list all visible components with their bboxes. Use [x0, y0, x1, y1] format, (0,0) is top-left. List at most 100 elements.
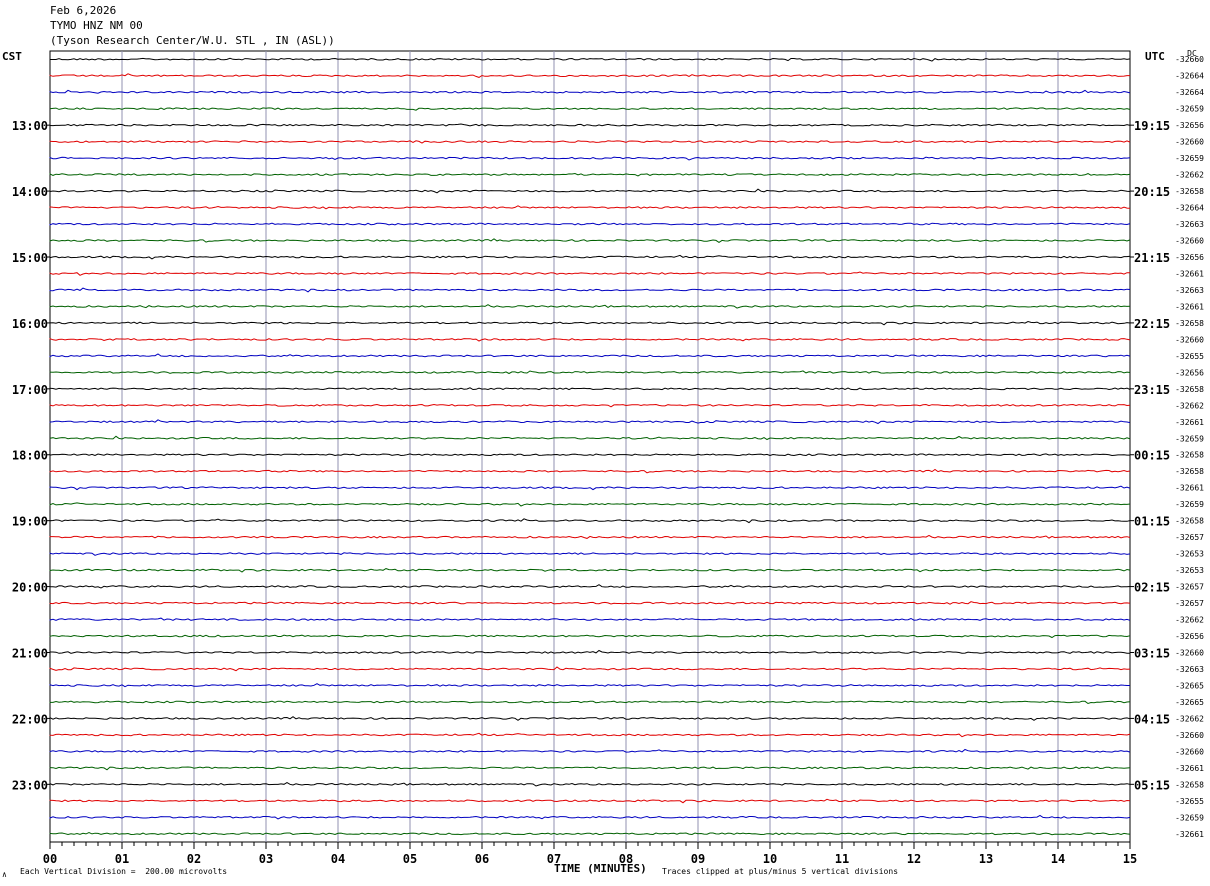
- dc-offset-label: -32660: [1175, 335, 1204, 344]
- right-hour-label: 05:15: [1134, 778, 1170, 792]
- trace-42: [49, 748, 1131, 753]
- left-hour-label: 22:00: [12, 712, 48, 726]
- trace-20: [49, 387, 1131, 391]
- trace-0: [49, 57, 1131, 62]
- trace-45: [49, 798, 1131, 804]
- x-tick-label: 03: [259, 852, 273, 866]
- x-tick-label: 00: [43, 852, 57, 866]
- left-hour-label: 21:00: [12, 646, 48, 660]
- trace-35: [49, 634, 1131, 639]
- x-axis-title: TIME (MINUTES): [554, 862, 647, 875]
- trace-28: [49, 518, 1131, 524]
- trace-22: [49, 419, 1131, 425]
- trace-36: [49, 649, 1130, 654]
- x-tick-label: 14: [1051, 852, 1065, 866]
- left-hour-label: 15:00: [12, 251, 48, 265]
- dc-offset-label: -32657: [1175, 533, 1204, 542]
- trace-3: [49, 107, 1131, 111]
- x-tick-label: 12: [907, 852, 921, 866]
- dc-offset-label: -32658: [1175, 780, 1204, 789]
- trace-46: [49, 814, 1131, 820]
- clip-note: Traces clipped at plus/minus 5 vertical …: [662, 867, 899, 876]
- x-tick-label: 02: [187, 852, 201, 866]
- dc-offset-label: -32661: [1175, 269, 1204, 278]
- trace-16: [49, 320, 1131, 326]
- plot-frame: [49, 50, 1131, 843]
- trace-26: [49, 485, 1131, 491]
- trace-31: [49, 568, 1131, 573]
- right-hour-label: 20:15: [1134, 185, 1170, 199]
- dc-label: DC: [1187, 49, 1197, 58]
- dc-offset-label: -32664: [1175, 72, 1204, 81]
- right-hour-label: 19:15: [1134, 119, 1170, 133]
- dc-offset-label: -32661: [1175, 484, 1204, 493]
- trace-25: [49, 468, 1131, 474]
- trace-24: [49, 453, 1130, 457]
- dc-offset-label: -32658: [1175, 187, 1204, 196]
- vertical-division-note: Each Vertical Division = 200.00 microvol…: [20, 867, 228, 876]
- x-tick-label: 09: [691, 852, 705, 866]
- trace-30: [49, 552, 1131, 556]
- dc-offset-label: -32663: [1175, 220, 1204, 229]
- trace-2: [49, 89, 1131, 94]
- dc-offset-label: -32659: [1175, 500, 1204, 509]
- dc-offset-label: -32665: [1175, 681, 1204, 690]
- trace-47: [49, 832, 1131, 836]
- dc-offset-label: -32658: [1175, 385, 1204, 394]
- dc-offset-label: -32664: [1175, 88, 1204, 97]
- dc-offset-label: -32659: [1175, 154, 1204, 163]
- left-hour-label: 20:00: [12, 581, 48, 595]
- x-tick-label: 13: [979, 852, 993, 866]
- trace-17: [49, 337, 1131, 342]
- x-tick-label: 15: [1123, 852, 1137, 866]
- x-tick-label: 04: [331, 852, 345, 866]
- trace-11: [49, 238, 1131, 244]
- dc-offset-label: -32662: [1175, 714, 1204, 723]
- trace-6: [49, 156, 1131, 161]
- trace-15: [49, 304, 1131, 309]
- right-hour-label: 01:15: [1134, 515, 1170, 529]
- left-hour-label: 23:00: [12, 778, 48, 792]
- dc-offset-label: -32660: [1175, 731, 1204, 740]
- trace-39: [49, 700, 1131, 705]
- left-hour-label: 19:00: [12, 515, 48, 529]
- dc-offset-label: -32663: [1175, 665, 1204, 674]
- dc-offset-label: -32660: [1175, 747, 1204, 756]
- trace-32: [49, 584, 1131, 589]
- dc-offset-label: -32658: [1175, 319, 1204, 328]
- x-tick-label: 01: [115, 852, 129, 866]
- dc-offset-label: -32661: [1175, 418, 1204, 427]
- dc-offset-label: -32659: [1175, 434, 1204, 443]
- dc-offset-label: -32655: [1175, 797, 1204, 806]
- dc-offset-label: -32656: [1175, 368, 1204, 377]
- trace-43: [49, 766, 1131, 771]
- dc-offset-label: -32660: [1175, 648, 1204, 657]
- right-hour-label: 03:15: [1134, 646, 1170, 660]
- x-tick-label: 05: [403, 852, 417, 866]
- trace-34: [49, 617, 1131, 621]
- right-hour-label: 23:15: [1134, 383, 1170, 397]
- x-tick-label: 10: [763, 852, 777, 866]
- trace-7: [49, 172, 1131, 177]
- trace-41: [49, 732, 1131, 738]
- x-tick-label: 06: [475, 852, 489, 866]
- trace-19: [49, 370, 1131, 375]
- right-hour-label: 02:15: [1134, 581, 1170, 595]
- left-hour-label: 16:00: [12, 317, 48, 331]
- right-hour-label: 22:15: [1134, 317, 1170, 331]
- dc-offset-label: -32661: [1175, 830, 1204, 839]
- trace-8: [49, 188, 1131, 194]
- left-hour-label: 17:00: [12, 383, 48, 397]
- trace-10: [49, 222, 1131, 226]
- right-hour-label: 00:15: [1134, 449, 1170, 463]
- dc-offset-label: -32659: [1175, 105, 1204, 114]
- trace-5: [49, 140, 1131, 144]
- dc-offset-label: -32664: [1175, 204, 1204, 213]
- dc-offset-label: -32653: [1175, 566, 1204, 575]
- dc-offset-label: -32657: [1175, 583, 1204, 592]
- trace-9: [49, 205, 1131, 210]
- left-hour-label: 13:00: [12, 119, 48, 133]
- trace-29: [49, 534, 1131, 539]
- dc-offset-label: -32660: [1175, 138, 1204, 147]
- right-hour-label: 04:15: [1134, 712, 1170, 726]
